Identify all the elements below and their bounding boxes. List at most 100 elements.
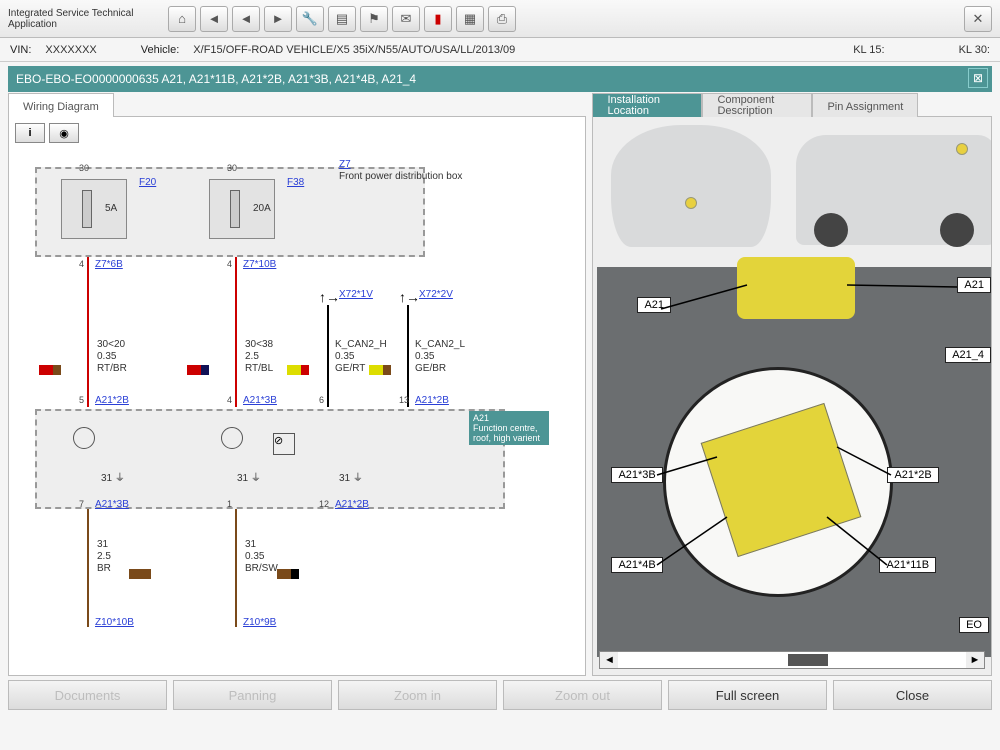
w1n: 30<20 bbox=[97, 339, 125, 350]
callout-a2111b[interactable]: A21*11B bbox=[879, 557, 936, 573]
wire-4 bbox=[407, 305, 409, 407]
component-chip-icon bbox=[701, 403, 862, 557]
h-scrollbar[interactable]: ◄ ► bbox=[599, 651, 985, 669]
z710b-link[interactable]: Z7*10B bbox=[243, 259, 276, 270]
location-view[interactable]: A21 A21 A21_4 A21*3B A21*4B A21*2B A21*1… bbox=[593, 117, 991, 675]
z7-desc: Front power distribution box bbox=[339, 171, 462, 182]
a212b3-link[interactable]: A21*2B bbox=[335, 499, 369, 510]
a213b2-link[interactable]: A21*3B bbox=[95, 499, 129, 510]
wiring-pane: Wiring Diagram i ◉ Z7 Front power distri… bbox=[8, 116, 586, 676]
tab-wiring-diagram[interactable]: Wiring Diagram bbox=[8, 93, 114, 117]
info-icon[interactable]: i bbox=[15, 123, 45, 143]
marker-dot bbox=[685, 197, 697, 209]
w3g: 0.35 bbox=[335, 351, 354, 362]
w2c: RT/BL bbox=[245, 363, 273, 374]
vin-value: XXXXXXX bbox=[45, 44, 96, 56]
pin6: 6 bbox=[319, 395, 324, 405]
callout-a214[interactable]: A21_4 bbox=[945, 347, 991, 363]
z76b-link[interactable]: Z7*6B bbox=[95, 259, 123, 270]
car-icon[interactable]: ▦ bbox=[456, 6, 484, 32]
pin5: 5 bbox=[79, 395, 84, 405]
tab-install-location[interactable]: Installation Location bbox=[592, 93, 702, 117]
vin-label: VIN: bbox=[10, 44, 31, 56]
wire-b1 bbox=[87, 509, 89, 627]
location-pane: Installation Location Component Descript… bbox=[592, 116, 992, 676]
x722v-link[interactable]: X72*2V bbox=[419, 289, 453, 300]
pin-4a: 4 bbox=[79, 259, 84, 269]
wiring-diagram[interactable]: i ◉ Z7 Front power distribution box F20 … bbox=[9, 117, 585, 675]
kl30-label: KL 30: bbox=[959, 44, 990, 56]
up-icon[interactable]: ◄ bbox=[232, 6, 260, 32]
z1010b-link[interactable]: Z10*10B bbox=[95, 617, 134, 628]
b2g: 0.35 bbox=[245, 551, 264, 562]
b2n: 31 bbox=[245, 539, 256, 550]
z109b-link[interactable]: Z10*9B bbox=[243, 617, 276, 628]
arrow-up-icon: ↑→ bbox=[319, 289, 340, 305]
f20-link[interactable]: F20 bbox=[139, 177, 156, 188]
car-side-icon bbox=[796, 135, 991, 245]
flag-icon[interactable]: ⚑ bbox=[360, 6, 388, 32]
pin1: 1 bbox=[227, 499, 232, 509]
p31a: 31 ⏚ bbox=[101, 469, 125, 484]
z7-link[interactable]: Z7 bbox=[339, 159, 351, 170]
tab-pin-assignment[interactable]: Pin Assignment bbox=[812, 93, 918, 117]
callout-eo: EO bbox=[959, 617, 989, 633]
scroll-thumb[interactable] bbox=[788, 654, 828, 666]
pin7: 7 bbox=[79, 499, 84, 509]
wrench-icon[interactable]: 🔧 bbox=[296, 6, 324, 32]
a21-tag: A21Function centre, roof, high varient bbox=[469, 411, 549, 445]
w4g: 0.35 bbox=[415, 351, 434, 362]
callout-a212b[interactable]: A21*2B bbox=[887, 467, 938, 483]
back-icon[interactable]: ◄ bbox=[200, 6, 228, 32]
mail-icon[interactable]: ✉ bbox=[392, 6, 420, 32]
alert-icon[interactable]: ▮ bbox=[424, 6, 452, 32]
wire-3 bbox=[327, 305, 329, 407]
a21-module-icon bbox=[737, 257, 855, 319]
callout-a213b[interactable]: A21*3B bbox=[611, 467, 662, 483]
color-rtbr bbox=[39, 365, 61, 375]
color-gebr bbox=[369, 365, 391, 375]
vehicle-label: Vehicle: bbox=[141, 44, 180, 56]
w4c: GE/BR bbox=[415, 363, 446, 374]
callout-a21r[interactable]: A21 bbox=[957, 277, 991, 293]
f38-link[interactable]: F38 bbox=[287, 177, 304, 188]
pin-4b: 4 bbox=[227, 259, 232, 269]
scroll-left-icon[interactable]: ◄ bbox=[600, 652, 618, 668]
tab-component-desc[interactable]: Component Description bbox=[702, 93, 812, 117]
full-screen-button[interactable]: Full screen bbox=[668, 680, 827, 710]
arrow-up2-icon: ↑→ bbox=[399, 289, 420, 305]
print-icon[interactable]: ⎙ bbox=[488, 6, 516, 32]
pin4c: 4 bbox=[227, 395, 232, 405]
w1g: 0.35 bbox=[97, 351, 116, 362]
detail-circle bbox=[663, 367, 893, 597]
a213b-link[interactable]: A21*3B bbox=[243, 395, 277, 406]
fwd-icon[interactable]: ► bbox=[264, 6, 292, 32]
color-br bbox=[129, 569, 151, 579]
home-icon[interactable]: ⌂ bbox=[168, 6, 196, 32]
pin13: 13 bbox=[399, 395, 409, 405]
callout-a21[interactable]: A21 bbox=[637, 297, 671, 313]
color-gert bbox=[287, 365, 309, 375]
a212b-link[interactable]: A21*2B bbox=[95, 395, 129, 406]
panning-button: Panning bbox=[173, 680, 332, 710]
w1c: RT/BR bbox=[97, 363, 127, 374]
zoom-in-button: Zoom in bbox=[338, 680, 497, 710]
w3c: GE/RT bbox=[335, 363, 365, 374]
x721v-link[interactable]: X72*1V bbox=[339, 289, 373, 300]
scroll-right-icon[interactable]: ► bbox=[966, 652, 984, 668]
car-top-icon bbox=[611, 125, 771, 247]
p31c: 31 ⏚ bbox=[339, 469, 363, 484]
vehicle-value: X/F15/OFF-ROAD VEHICLE/X5 35iX/N55/AUTO/… bbox=[193, 44, 515, 56]
callout-a214b[interactable]: A21*4B bbox=[611, 557, 662, 573]
color-rtbl bbox=[187, 365, 209, 375]
doc-icon[interactable]: ▤ bbox=[328, 6, 356, 32]
eye-icon[interactable]: ◉ bbox=[49, 123, 79, 143]
sym-circle2 bbox=[221, 427, 243, 449]
close-icon[interactable]: ✕ bbox=[964, 6, 992, 32]
b1g: 2.5 bbox=[97, 551, 111, 562]
a212b2-link[interactable]: A21*2B bbox=[415, 395, 449, 406]
breadcrumb-close-icon[interactable]: ⊠ bbox=[968, 68, 988, 88]
wire-b2 bbox=[235, 509, 237, 627]
w4n: K_CAN2_L bbox=[415, 339, 465, 350]
close-button[interactable]: Close bbox=[833, 680, 992, 710]
